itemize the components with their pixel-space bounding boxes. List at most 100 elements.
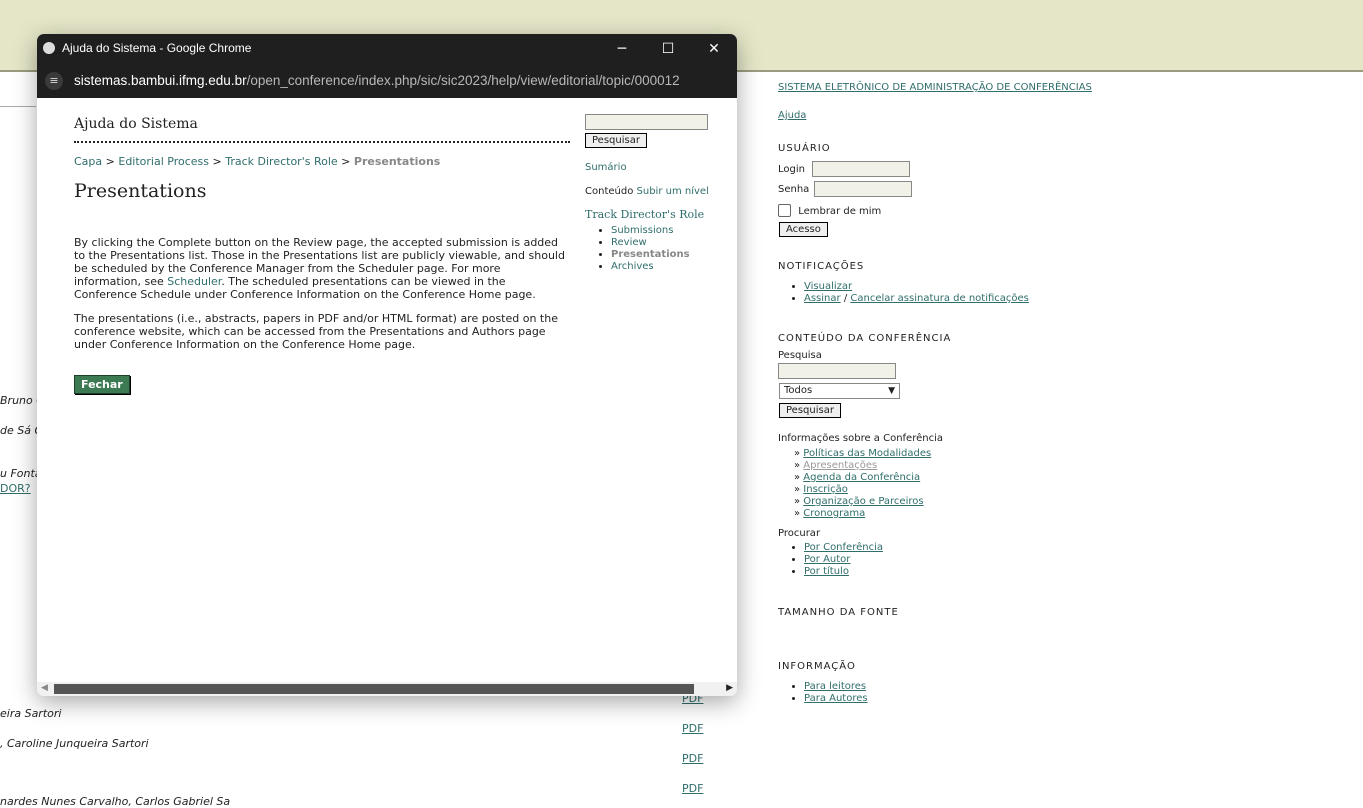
toc-link[interactable]: Sumário [585, 162, 627, 173]
policies-link[interactable]: Políticas das Modalidades [803, 448, 931, 459]
login-input[interactable] [812, 161, 911, 177]
browse-list: Por Conferência Por Autor Por título [778, 542, 883, 578]
divider [74, 141, 570, 143]
organization-link[interactable]: Organização e Parceiros [803, 496, 923, 507]
notifications-list: Visualizar Assinar / Cancelar assinatura… [778, 281, 1029, 305]
registration-link[interactable]: Inscrição [803, 484, 848, 495]
chevron-down-icon: ▼ [888, 386, 895, 396]
list-item: Archives [611, 261, 735, 273]
horizontal-scrollbar[interactable]: ◀ ▶ [37, 682, 737, 696]
breadcrumb-sep: > [212, 155, 222, 168]
site-settings-icon[interactable]: ≡ [45, 72, 63, 90]
divider [0, 106, 36, 107]
breadcrumb: Capa > Editorial Process > Track Directo… [74, 155, 440, 168]
scrollbar-thumb[interactable] [54, 684, 694, 694]
breadcrumb-role[interactable]: Track Director's Role [225, 155, 337, 168]
list-item: Por Autor [804, 554, 883, 566]
browse-by-conference-link[interactable]: Por Conferência [804, 542, 883, 553]
view-notifications-link[interactable]: Visualizar [804, 281, 852, 292]
content-row: Conteúdo Subir um nível [585, 186, 735, 197]
timeline-link[interactable]: Cronograma [803, 508, 865, 519]
conference-info-list: Políticas das Modalidades Apresentações … [778, 448, 931, 520]
password-row: Senha [778, 181, 912, 197]
close-icon[interactable]: ✕ [699, 38, 729, 60]
scroll-right-icon[interactable]: ▶ [726, 683, 733, 693]
login-row: Login [778, 161, 911, 177]
pdf-link[interactable]: PDF [682, 722, 703, 735]
browse-by-title-link[interactable]: Por título [804, 566, 849, 577]
topic-archives-link[interactable]: Archives [611, 261, 654, 272]
unsubscribe-link[interactable]: Cancelar assinatura de notificações [850, 293, 1029, 304]
list-item: Para Autores [804, 693, 868, 705]
minimize-icon[interactable]: ─ [607, 38, 637, 60]
search-button[interactable]: Pesquisar [779, 403, 841, 418]
topic-review-link[interactable]: Review [611, 237, 647, 248]
password-input[interactable] [813, 181, 912, 197]
conference-info-label: Informações sobre a Conferência [778, 433, 943, 444]
url-path: /open_conference/index.php/sic/sic2023/h… [246, 73, 680, 88]
list-item: Por título [804, 566, 883, 578]
list-item: Organização e Parceiros [794, 496, 931, 508]
browse-label: Procurar [778, 528, 821, 539]
remember-label: Lembrar de mim [798, 205, 882, 217]
maximize-icon[interactable]: ☐ [653, 38, 683, 60]
search-label: Pesquisa [778, 350, 822, 361]
for-readers-link[interactable]: Para leitores [804, 681, 866, 692]
section-title-link[interactable]: Track Director's Role [585, 208, 704, 221]
topic-submissions-link[interactable]: Submissions [611, 225, 673, 236]
pdf-link[interactable]: PDF [682, 782, 703, 795]
title-link[interactable]: DOR? [0, 482, 31, 495]
content-heading: CONTEÚDO DA CONFERÊNCIA [778, 333, 952, 344]
system-title-link[interactable]: SISTEMA ELETRÔNICO DE ADMINISTRAÇÃO DE C… [778, 82, 1092, 93]
presentations-link[interactable]: Apresentações [803, 460, 877, 471]
notifications-heading: NOTIFICAÇÕES [778, 261, 865, 272]
help-paragraph: By clicking the Complete button on the R… [74, 236, 569, 301]
breadcrumb-editorial[interactable]: Editorial Process [118, 155, 209, 168]
globe-icon [43, 42, 55, 54]
topic-list: Submissions Review Presentations Archive… [585, 225, 735, 273]
list-item: Agenda da Conferência [794, 472, 931, 484]
login-button[interactable]: Acesso [779, 222, 828, 237]
subscribe-link[interactable]: Assinar [804, 293, 841, 304]
list-item: Para leitores [804, 681, 868, 693]
user-heading: USUÁRIO [778, 143, 831, 154]
browse-by-author-link[interactable]: Por Autor [804, 554, 850, 565]
list-item: Políticas das Modalidades [794, 448, 931, 460]
for-authors-link[interactable]: Para Autores [804, 693, 868, 704]
password-label: Senha [778, 184, 810, 195]
breadcrumb-sep: > [105, 155, 115, 168]
toc-row: Sumário [585, 162, 735, 173]
help-search-input[interactable] [585, 114, 708, 130]
topic-presentations-current: Presentations [611, 249, 690, 260]
list-item: Review [611, 237, 735, 249]
scheduler-link[interactable]: Scheduler [167, 275, 221, 288]
list-item: Submissions [611, 225, 735, 237]
section-title-row: Track Director's Role [585, 208, 735, 221]
content-label: Conteúdo [585, 186, 634, 197]
topic-list-wrap: Submissions Review Presentations Archive… [585, 225, 735, 273]
url-text[interactable]: sistemas.bambui.ifmg.edu.br/open_confere… [74, 73, 680, 88]
remember-checkbox[interactable] [778, 204, 791, 217]
separator: / [843, 293, 848, 304]
close-button[interactable]: Fechar [74, 375, 130, 394]
address-bar: ≡ sistemas.bambui.ifmg.edu.br/open_confe… [37, 64, 737, 98]
login-label: Login [778, 164, 805, 175]
window-titlebar[interactable]: Ajuda do Sistema - Google Chrome ─ ☐ ✕ [37, 34, 737, 64]
up-level-link[interactable]: Subir um nível [637, 186, 709, 197]
list-item: Presentations [611, 249, 735, 261]
breadcrumb-home[interactable]: Capa [74, 155, 102, 168]
site-heading: Ajuda do Sistema [74, 116, 198, 132]
list-item: Assinar / Cancelar assinatura de notific… [804, 293, 1029, 305]
author-text: u Fonta [0, 467, 42, 480]
help-search-button[interactable]: Pesquisar [585, 133, 647, 148]
search-scope-select[interactable]: Todos ▼ [779, 383, 900, 399]
breadcrumb-current: Presentations [353, 155, 441, 168]
schedule-link[interactable]: Agenda da Conferência [803, 472, 920, 483]
help-popup-window: Ajuda do Sistema - Google Chrome ─ ☐ ✕ ≡… [37, 34, 737, 696]
help-link[interactable]: Ajuda [778, 110, 806, 121]
author-text: , Caroline Junqueira Sartori [0, 737, 149, 750]
list-item: Cronograma [794, 508, 931, 520]
pdf-link[interactable]: PDF [682, 752, 703, 765]
search-input[interactable] [778, 363, 896, 379]
scroll-left-icon[interactable]: ◀ [41, 683, 48, 693]
